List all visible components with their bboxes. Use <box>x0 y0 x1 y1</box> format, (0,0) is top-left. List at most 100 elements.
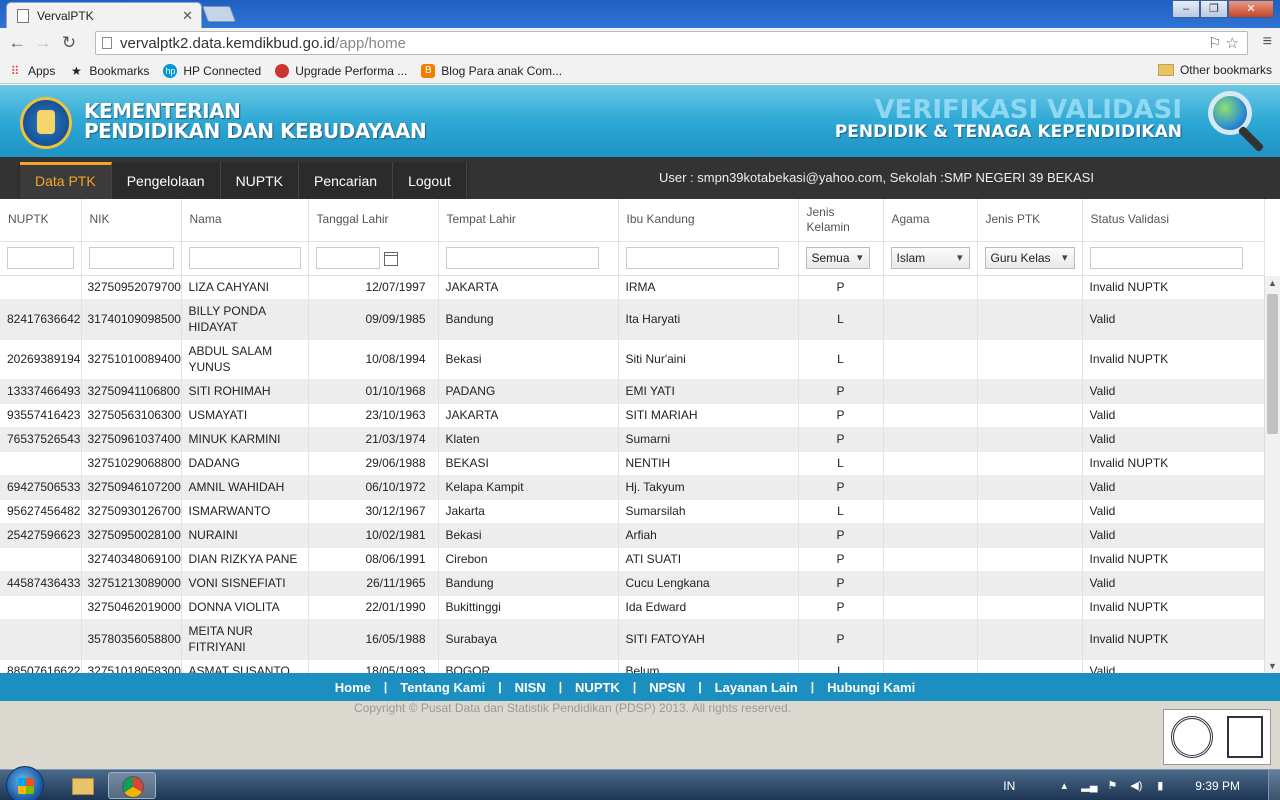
language-indicator[interactable]: IN <box>1003 779 1015 793</box>
column-header[interactable]: Tanggal Lahir <box>308 199 439 242</box>
cell-nuptk: 93557416423 <box>0 403 82 428</box>
table-row[interactable]: 69427506533 32750946107200 AMNIL WAHIDAH 06… <box>0 475 1265 500</box>
table-row[interactable]: 13337466493 32750941106800 SITI ROHIMAH 01/… <box>0 379 1265 404</box>
scrollbar-thumb[interactable] <box>1267 294 1278 434</box>
cell-status-validasi: Invalid NUPTK <box>1082 619 1265 660</box>
bookmark-blog[interactable]: B Blog Para anak Com... <box>421 63 562 78</box>
nav-nuptk[interactable]: NUPTK <box>221 162 300 200</box>
column-header[interactable]: NUPTK <box>0 199 82 242</box>
column-header[interactable]: Jenis PTK <box>977 199 1083 242</box>
filter-jenis-kelamin-select[interactable]: Semua <box>805 247 870 269</box>
reload-icon[interactable]: ↻ <box>56 33 82 53</box>
flag-icon[interactable]: ⚑ <box>1105 779 1119 793</box>
column-header[interactable]: Tempat Lahir <box>438 199 619 242</box>
cell-nuptk: 69427506533 <box>0 475 82 500</box>
table-row[interactable]: 32750462019000 DONNA VIOLITA 22/01/1990 Buk… <box>0 595 1265 620</box>
chrome-taskbar-icon[interactable] <box>108 772 156 799</box>
filter-agama-select[interactable]: Islam <box>890 247 970 269</box>
footer-link[interactable]: Layanan Lain <box>715 680 798 695</box>
cell-nuptk <box>0 275 82 300</box>
footer-link[interactable]: Home <box>335 680 371 695</box>
show-desktop-button[interactable] <box>1268 770 1280 800</box>
cell-jenis-ptk <box>977 275 1083 300</box>
minimize-button[interactable]: – <box>1172 0 1200 18</box>
grid-header-row: NUPTK NIK Nama Tanggal Lahir Tempat Lahi… <box>0 199 1265 242</box>
browser-tab[interactable]: VervalPTK ✕ <box>6 2 202 28</box>
close-window-button[interactable]: ✕ <box>1228 0 1274 18</box>
cell-nuptk: 88507616622 <box>0 659 82 673</box>
table-row[interactable]: 32751029068800 DADANG 29/06/1988 BEKASI NENT… <box>0 451 1265 476</box>
translate-icon[interactable]: ⚐ ☆ <box>1208 34 1239 52</box>
bookmark-upgrade[interactable]: Upgrade Performa ... <box>275 63 407 78</box>
footer-link[interactable]: NUPTK <box>575 680 620 695</box>
table-row[interactable]: 88507616622 32751018058300 ASMAT SUSANTO 18… <box>0 659 1265 673</box>
footer-link[interactable]: Tentang Kami <box>400 680 485 695</box>
cell-agama <box>883 475 978 500</box>
column-header[interactable]: Jenis Kelamin <box>798 199 884 242</box>
footer-separator: | <box>383 680 388 694</box>
cell-jenis-kelamin: P <box>798 379 884 404</box>
nav-logout[interactable]: Logout <box>393 162 467 200</box>
table-row[interactable]: 32740348069100 DIAN RIZKYA PANE 08/06/1991… <box>0 547 1265 572</box>
filter-status-input[interactable] <box>1089 247 1243 269</box>
footer-link[interactable]: NPSN <box>649 680 685 695</box>
column-header[interactable]: Agama <box>883 199 978 242</box>
bookmark-hp-connected[interactable]: hp HP Connected <box>163 63 261 78</box>
scroll-down-icon[interactable]: ▼ <box>1268 661 1277 671</box>
column-header[interactable]: Nama <box>181 199 309 242</box>
cell-tanggal-lahir: 08/06/1991 <box>308 547 439 572</box>
browser-menu-icon[interactable]: ≡ <box>1263 33 1272 51</box>
table-row[interactable]: 82417636642 31740109098500 BILLY PONDA HID… <box>0 299 1265 340</box>
other-bookmarks[interactable]: Other bookmarks <box>1157 63 1272 77</box>
table-row[interactable]: 25427596623 32750950028100 NURAINI 10/02/19… <box>0 523 1265 548</box>
nav-pencarian[interactable]: Pencarian <box>299 162 394 200</box>
clock[interactable]: 9:39 PM <box>1195 779 1240 793</box>
filter-nik-input[interactable] <box>88 247 174 269</box>
cell-nuptk: 25427596623 <box>0 523 82 548</box>
calendar-icon[interactable] <box>383 252 398 267</box>
start-button[interactable] <box>6 766 44 800</box>
column-header[interactable]: NIK <box>81 199 182 242</box>
maximize-button[interactable]: ❐ <box>1200 0 1228 18</box>
footer-separator: | <box>558 680 563 694</box>
filter-ibu-input[interactable] <box>625 247 779 269</box>
cell-tanggal-lahir: 09/09/1985 <box>308 299 439 340</box>
tray-arrow-icon[interactable]: ▴ <box>1057 779 1071 793</box>
table-row[interactable]: 76537526543 32750961037400 MINUK KARMINI 21… <box>0 427 1265 452</box>
table-row[interactable]: 95627456482 32750930126700 ISMARWANTO 30/12… <box>0 499 1265 524</box>
back-arrow-icon[interactable]: ← <box>4 33 30 53</box>
forward-arrow-icon[interactable]: → <box>30 33 56 53</box>
filter-jenis-ptk-select[interactable]: Guru Kelas <box>984 247 1075 269</box>
table-row[interactable]: 44587436433 32751213089000 VONI SISNEFIATI… <box>0 571 1265 596</box>
close-tab-icon[interactable]: ✕ <box>182 8 193 24</box>
cell-nuptk <box>0 595 82 620</box>
scroll-up-icon[interactable]: ▲ <box>1268 278 1277 288</box>
address-bar[interactable]: vervalptk2.data.kemdikbud.go.id/app/home… <box>95 31 1248 55</box>
filter-nama-input[interactable] <box>188 247 301 269</box>
column-header[interactable]: Status Validasi <box>1082 199 1265 242</box>
network-icon[interactable]: ▂▄ <box>1081 779 1097 793</box>
volume-icon[interactable]: ◀) <box>1129 779 1143 793</box>
footer-link[interactable]: Hubungi Kami <box>827 680 915 695</box>
footer-link[interactable]: NISN <box>515 680 546 695</box>
app-title: VERIFIKASI VALIDASI PENDIDIK & TENAGA KE… <box>834 95 1182 142</box>
filter-tempat-input[interactable] <box>445 247 599 269</box>
nav-pengelolaan[interactable]: Pengelolaan <box>112 162 221 200</box>
grid-scrollbar[interactable]: ▲ ▼ <box>1264 276 1280 673</box>
bookmark-apps[interactable]: ⠿ Apps <box>8 64 56 78</box>
table-row[interactable]: 32750952079700 LIZA CAHYANI 12/07/1997 JAKA… <box>0 275 1265 300</box>
table-row[interactable]: 20269389194 32751010089400 ABDUL SALAM YUN… <box>0 339 1265 380</box>
column-header[interactable]: Ibu Kandung <box>618 199 799 242</box>
ministry-logo[interactable] <box>20 97 72 149</box>
table-row[interactable]: 35780356058800 MEITA NUR FITRIYANI 16/05/1… <box>0 619 1265 660</box>
nav-data-ptk[interactable]: Data PTK <box>20 162 112 200</box>
iso-seal-icon <box>1171 716 1213 758</box>
filter-tanggal-input[interactable] <box>315 247 380 269</box>
filter-nuptk-input[interactable] <box>7 247 74 269</box>
explorer-taskbar-icon[interactable] <box>58 772 106 799</box>
battery-icon[interactable]: ▮ <box>1153 779 1167 793</box>
new-tab-button[interactable] <box>202 6 236 22</box>
table-row[interactable]: 93557416423 32750563106300 USMAYATI 23/10/1… <box>0 403 1265 428</box>
cell-agama <box>883 523 978 548</box>
bookmark-bookmarks[interactable]: ★ Bookmarks <box>69 64 149 78</box>
